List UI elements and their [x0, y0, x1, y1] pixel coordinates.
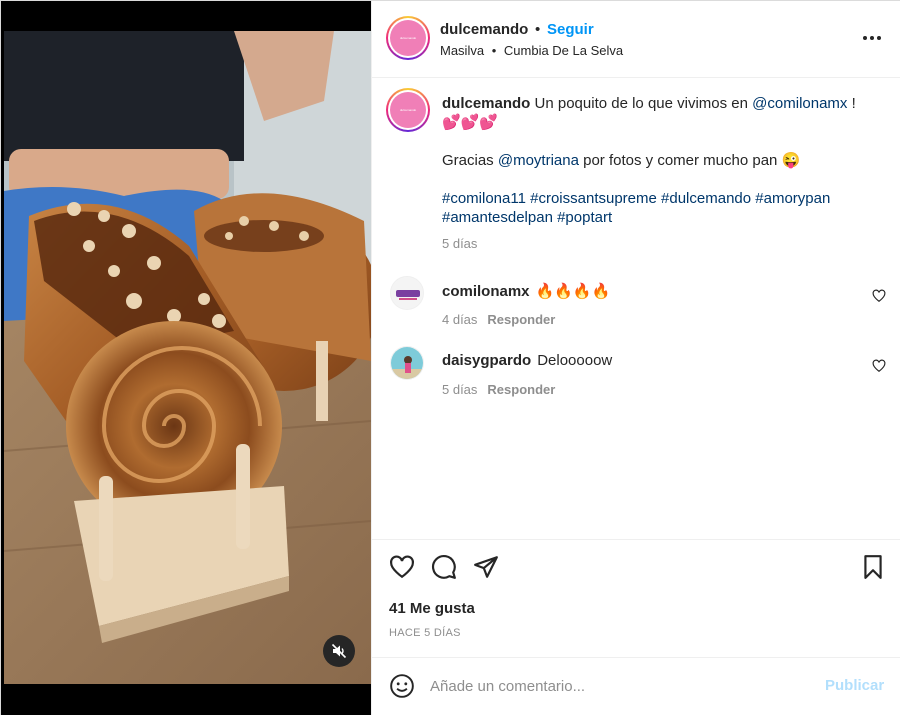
- likes-count[interactable]: 41 Me gusta: [389, 600, 475, 617]
- publish-button[interactable]: Publicar: [825, 677, 884, 694]
- hearts-emoji: 💕💕💕: [442, 114, 499, 131]
- subtitle-separator: •: [491, 43, 497, 58]
- comment-username[interactable]: daisygpardo: [442, 352, 531, 369]
- save-bookmark-icon[interactable]: [860, 554, 886, 580]
- like-comment-heart-icon[interactable]: [872, 359, 886, 373]
- comilonamx-logo-icon: [391, 277, 423, 309]
- post-side-panel: dulcemando dulcemando • Seguir Masilva •…: [371, 1, 900, 715]
- author-avatar[interactable]: dulcemando: [386, 16, 430, 60]
- media-letterbox-bottom: [1, 684, 371, 715]
- mention-moytriana[interactable]: @moytriana: [498, 152, 579, 169]
- caption-hashtags: #comilona11 #croissantsupreme #dulcemand…: [442, 189, 882, 227]
- hashtag-link[interactable]: #amantesdelpan: [442, 209, 553, 226]
- reply-button[interactable]: Responder: [487, 312, 555, 327]
- mute-button[interactable]: [323, 635, 355, 667]
- caption-thanks-text: Gracias: [442, 152, 498, 169]
- share-paper-plane-icon[interactable]: [473, 554, 499, 580]
- hashtag-link[interactable]: #dulcemando: [661, 190, 751, 207]
- hashtag-link[interactable]: #croissantsupreme: [530, 190, 657, 207]
- post-timestamp[interactable]: HACE 5 DÍAS: [389, 627, 461, 639]
- comment-body: 🔥🔥🔥🔥: [535, 283, 611, 300]
- caption-paragraph-2: Gracias @moytriana por fotos y comer muc…: [442, 151, 882, 170]
- commenter-avatar[interactable]: [390, 346, 424, 380]
- avatar-logo-text: dulcemando: [399, 108, 417, 112]
- comment-time[interactable]: 5 días: [442, 382, 477, 397]
- caption-author-avatar[interactable]: dulcemando: [386, 88, 430, 132]
- comment-text: comilonamx 🔥🔥🔥🔥: [442, 282, 610, 300]
- croissant-roll-image: [4, 31, 371, 684]
- more-options-icon[interactable]: [861, 27, 883, 49]
- caption-text: dulcemando Un poquito de lo que vivimos …: [442, 94, 882, 227]
- author-username[interactable]: dulcemando: [440, 21, 528, 38]
- hashtag-link[interactable]: #poptart: [557, 209, 612, 226]
- caption-username[interactable]: dulcemando: [442, 95, 530, 112]
- comment-item: comilonamx 🔥🔥🔥🔥 4 días Responder: [372, 276, 900, 336]
- comment-time[interactable]: 4 días: [442, 312, 477, 327]
- emoji-smiley-icon[interactable]: [389, 673, 415, 699]
- comment-input[interactable]: [430, 674, 810, 698]
- comment-body: Delooooow: [537, 352, 613, 369]
- post-actions: 41 Me gusta HACE 5 DÍAS: [372, 539, 900, 657]
- mention-comilonamx[interactable]: @comilonamx: [752, 95, 847, 112]
- follow-button[interactable]: Seguir: [547, 21, 594, 38]
- comment-bubble-icon[interactable]: [431, 554, 457, 580]
- instagram-post-window: dulcemando dulcemando • Seguir Masilva •…: [0, 0, 900, 715]
- daisygpardo-photo-icon: [391, 347, 423, 379]
- caption-thanks-end: por fotos y comer mucho pan 😜: [578, 152, 801, 169]
- speaker-muted-icon: [331, 643, 347, 659]
- comment-meta: 5 días Responder: [442, 382, 555, 397]
- hashtag-link[interactable]: #comilona11: [442, 190, 526, 207]
- header-separator: •: [535, 21, 541, 38]
- post-header: dulcemando dulcemando • Seguir Masilva •…: [372, 1, 900, 78]
- comment-composer: Publicar: [372, 657, 900, 715]
- hashtag-link[interactable]: #amorypan: [755, 190, 830, 207]
- post-media[interactable]: [1, 1, 371, 715]
- caption-time[interactable]: 5 días: [442, 236, 477, 251]
- reply-button[interactable]: Responder: [487, 382, 555, 397]
- comment-meta: 4 días Responder: [442, 312, 555, 327]
- comment-username[interactable]: comilonamx: [442, 283, 530, 300]
- post-subtitle: Masilva • Cumbia De La Selva: [440, 43, 623, 58]
- comment-item: daisygpardo Delooooow 5 días Responder: [372, 346, 900, 406]
- avatar-logo-text: dulcemando: [399, 36, 417, 40]
- caption-text-2: !: [847, 95, 856, 112]
- audio-link[interactable]: Cumbia De La Selva: [504, 43, 623, 58]
- commenter-avatar[interactable]: [390, 276, 424, 310]
- location-link[interactable]: Masilva: [440, 43, 484, 58]
- caption-text-1: Un poquito de lo que vivimos en: [530, 95, 753, 112]
- caption-paragraph-1: dulcemando Un poquito de lo que vivimos …: [442, 94, 882, 132]
- comment-text: daisygpardo Delooooow: [442, 352, 612, 369]
- post-video[interactable]: [4, 31, 371, 684]
- like-heart-icon[interactable]: [389, 554, 415, 580]
- like-comment-heart-icon[interactable]: [872, 289, 886, 303]
- media-letterbox-top: [1, 1, 371, 31]
